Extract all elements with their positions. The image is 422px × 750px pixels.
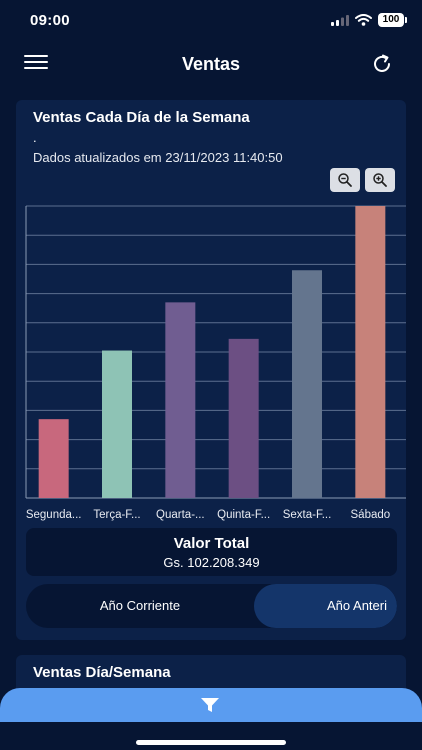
sales-by-weekday-card: Ventas Cada Día de la Semana . Dados atu… bbox=[16, 100, 406, 640]
bar-5[interactable] bbox=[292, 270, 322, 498]
x-tick-label: Quinta-F... bbox=[217, 509, 270, 521]
x-tick-label: Sexta-F... bbox=[283, 509, 332, 521]
bar-2[interactable] bbox=[102, 350, 132, 498]
battery-icon: 100 bbox=[378, 13, 407, 27]
toggle-previous-year[interactable]: Año Anteri bbox=[254, 584, 397, 628]
zoom-out-icon bbox=[338, 173, 352, 187]
app-header: Ventas bbox=[0, 40, 422, 88]
filter-icon bbox=[201, 698, 219, 712]
zoom-in-icon bbox=[373, 173, 387, 187]
total-value-box: Valor Total Gs. 102.208.349 bbox=[26, 528, 397, 576]
year-toggle: Año Corriente Año Anteri bbox=[26, 584, 397, 628]
status-bar: 09:00 100 bbox=[0, 0, 422, 40]
x-tick-label: Sábado bbox=[351, 509, 391, 521]
home-area bbox=[0, 722, 422, 750]
page-title: Ventas bbox=[181, 54, 241, 74]
bar-1[interactable] bbox=[38, 419, 69, 498]
wifi-icon bbox=[355, 14, 372, 26]
bar-3[interactable] bbox=[165, 302, 196, 498]
bar-4[interactable] bbox=[228, 338, 259, 498]
zoom-in-button[interactable] bbox=[365, 168, 395, 192]
filter-button[interactable] bbox=[0, 688, 422, 722]
card2-title: Ventas Día/Semana bbox=[33, 664, 171, 681]
total-value: Gs. 102.208.349 bbox=[163, 555, 260, 570]
x-tick-label: Terça-F... bbox=[93, 509, 140, 521]
zoom-out-button[interactable] bbox=[330, 168, 360, 192]
status-time: 09:00 bbox=[30, 12, 70, 29]
home-indicator[interactable] bbox=[136, 740, 286, 745]
refresh-icon[interactable] bbox=[370, 52, 394, 76]
x-tick-label: Segunda... bbox=[26, 509, 82, 521]
cellular-signal-icon bbox=[331, 15, 349, 26]
toggle-current-year[interactable]: Año Corriente bbox=[26, 584, 254, 628]
bar-6[interactable] bbox=[355, 206, 386, 498]
card-subtitle: . bbox=[33, 130, 37, 145]
x-tick-label: Quarta-... bbox=[156, 509, 205, 521]
card-title: Ventas Cada Día de la Semana bbox=[33, 109, 250, 126]
total-label: Valor Total bbox=[173, 535, 250, 552]
last-updated-text: Dados atualizados em 23/11/2023 11:40:50 bbox=[33, 150, 283, 165]
